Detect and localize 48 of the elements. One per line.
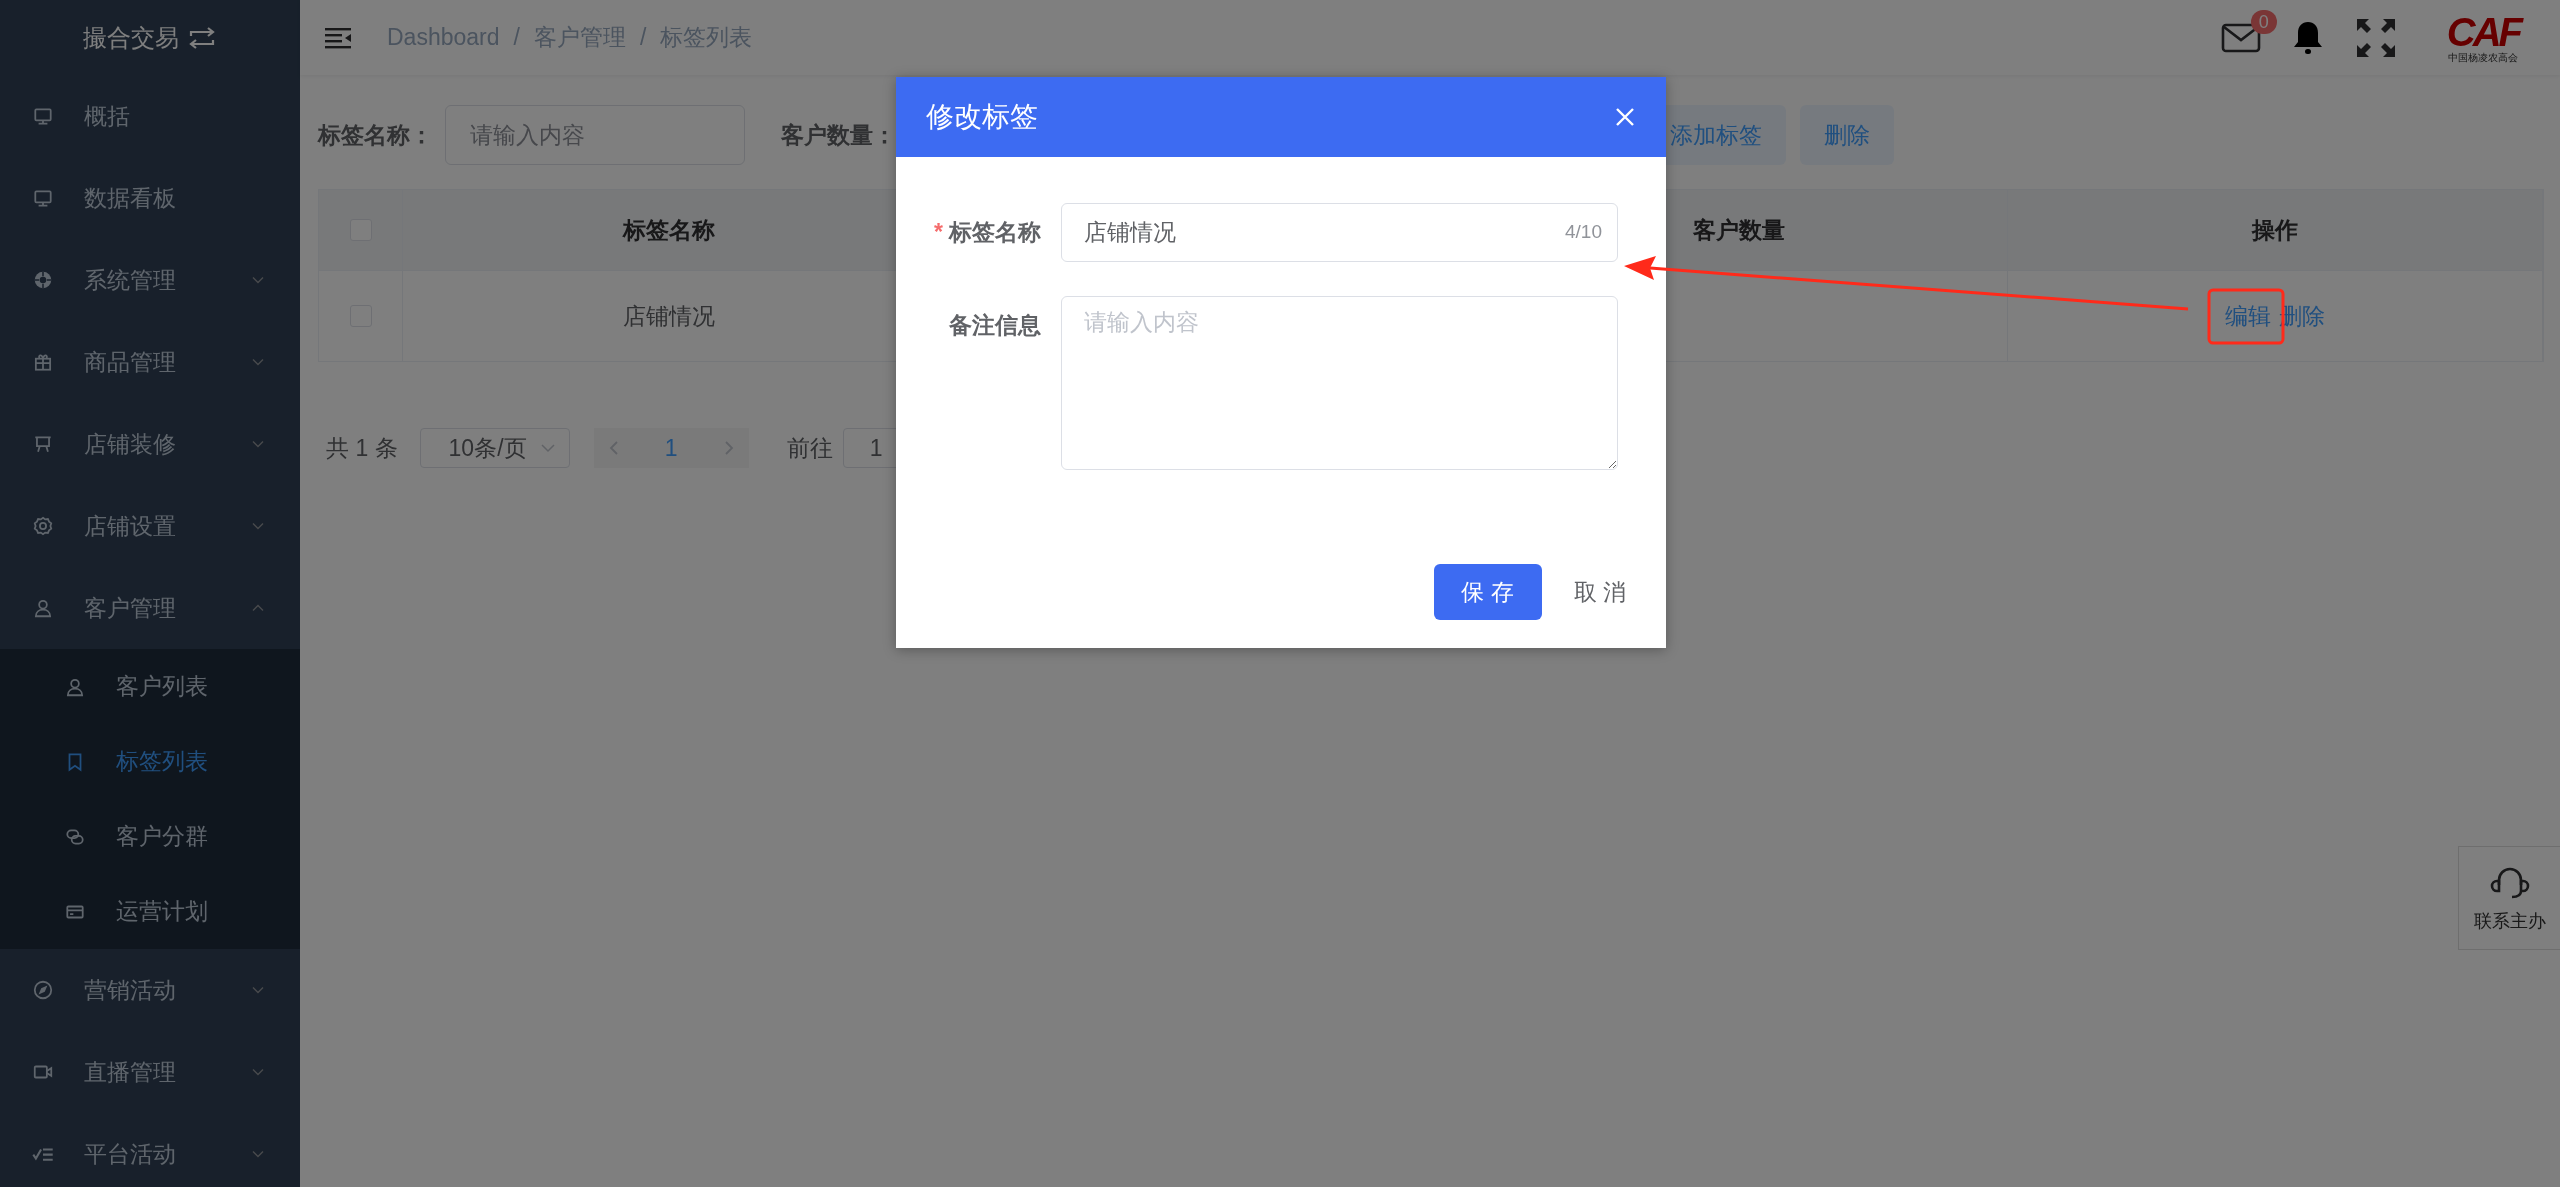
logo-text: CAF: [2446, 11, 2520, 52]
gear-icon: [32, 515, 54, 537]
menu-item[interactable]: 数据看板: [0, 157, 300, 239]
filter-label: 标签名称：: [318, 120, 433, 150]
count-badge: 0: [2250, 9, 2277, 34]
menu-item[interactable]: 商品管理: [0, 321, 300, 403]
form-label: * 标签名称: [933, 218, 1042, 247]
menu-item[interactable]: 概括: [0, 75, 300, 157]
menu-item[interactable]: 直播管理: [0, 1031, 300, 1113]
submenu-item[interactable]: 客户列表: [0, 649, 300, 724]
fullscreen-icon[interactable]: [2354, 16, 2397, 59]
menu-icon[interactable]: [325, 26, 351, 49]
input-field[interactable]: 请输入内容: [445, 105, 745, 165]
logo-caption: 中国杨凌农高会: [2448, 51, 2519, 64]
submenu-item[interactable]: 客户分群: [0, 799, 300, 874]
lifebuoy-icon: [32, 269, 54, 291]
menu-item[interactable]: 系统管理: [0, 239, 300, 321]
textarea-field[interactable]: 请输入内容: [1061, 296, 1618, 470]
filter-label: 客户数量：: [781, 120, 896, 150]
menu-item[interactable]: 客户管理: [0, 567, 300, 649]
dialog-title: 修改标签: [926, 100, 1038, 134]
compass-icon: [32, 979, 54, 1001]
char-counter: 4/10: [1565, 221, 1602, 243]
menu-item[interactable]: 营销活动: [0, 949, 300, 1031]
sidebar-title: 撮合交易: [83, 22, 179, 53]
swap-icon[interactable]: [187, 26, 217, 49]
column-header: 操作: [2008, 190, 2543, 271]
close-icon[interactable]: [1614, 106, 1636, 128]
action-button[interactable]: 删除: [1800, 105, 1894, 165]
mail-icon[interactable]: [2220, 21, 2261, 54]
cancel-button[interactable]: 取 消: [1563, 564, 1636, 620]
menu-item[interactable]: 店铺装修: [0, 403, 300, 485]
contact-button[interactable]: 联系主办: [2458, 846, 2560, 950]
form-label: 备注信息: [948, 311, 1042, 340]
user-icon: [32, 597, 54, 619]
goto-label: 前往: [786, 433, 833, 463]
breadcrumb-separator: /: [513, 24, 520, 51]
gift-icon: [32, 351, 54, 373]
breadcrumb-separator: /: [639, 24, 647, 51]
menu-item[interactable]: 店铺设置: [0, 485, 300, 567]
save-button[interactable]: 保 存: [1433, 564, 1542, 620]
row-action-link[interactable]: 编辑: [2223, 292, 2273, 340]
submenu-item[interactable]: 运营计划: [0, 874, 300, 949]
submenu-item[interactable]: 标签列表: [0, 724, 300, 799]
page-size-select[interactable]: 10条/页: [419, 428, 570, 468]
menu-item[interactable]: 平台活动: [0, 1113, 300, 1187]
total-count: 共 1 条: [326, 433, 398, 463]
page-number[interactable]: 1: [656, 434, 686, 462]
